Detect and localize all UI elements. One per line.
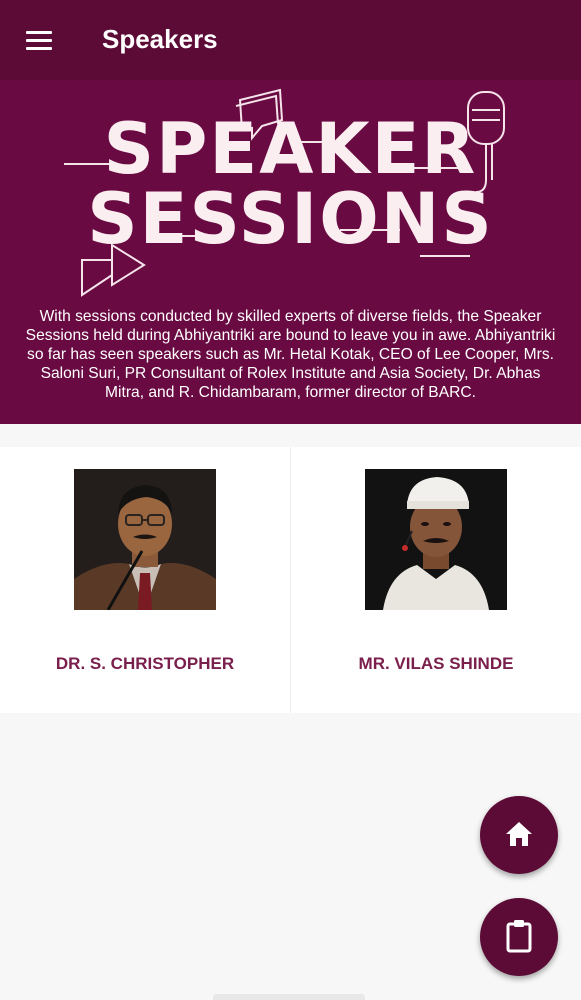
speaker-grid: DR. S. CHRISTOPHER MR. VILAS SHINDE [0,447,581,713]
page-title: Speakers [102,24,218,54]
speaker-sessions-banner: SPEAKER SESSIONS With sessions conducted… [0,80,581,424]
bottom-sheet-handle[interactable] [213,994,365,1000]
speaker-name: DR. S. CHRISTOPHER [55,654,235,673]
banner-headline-line2: SESSIONS [87,178,494,260]
speaker-photo-illustration [74,469,216,610]
home-button[interactable] [480,796,558,874]
clipboard-button[interactable] [480,898,558,976]
speaker-photo [365,469,507,610]
speaker-card[interactable]: DR. S. CHRISTOPHER [0,447,290,713]
hamburger-menu-icon[interactable] [22,26,56,54]
app-bar: Speakers [0,0,581,80]
speaker-name: MR. VILAS SHINDE [358,654,514,673]
speaker-photo [74,469,216,610]
home-icon [506,822,532,846]
speaker-photo-illustration [365,469,507,610]
speaker-card[interactable]: MR. VILAS SHINDE [290,447,581,713]
clipboard-icon [506,920,532,953]
banner-description: With sessions conducted by skilled exper… [25,308,556,401]
